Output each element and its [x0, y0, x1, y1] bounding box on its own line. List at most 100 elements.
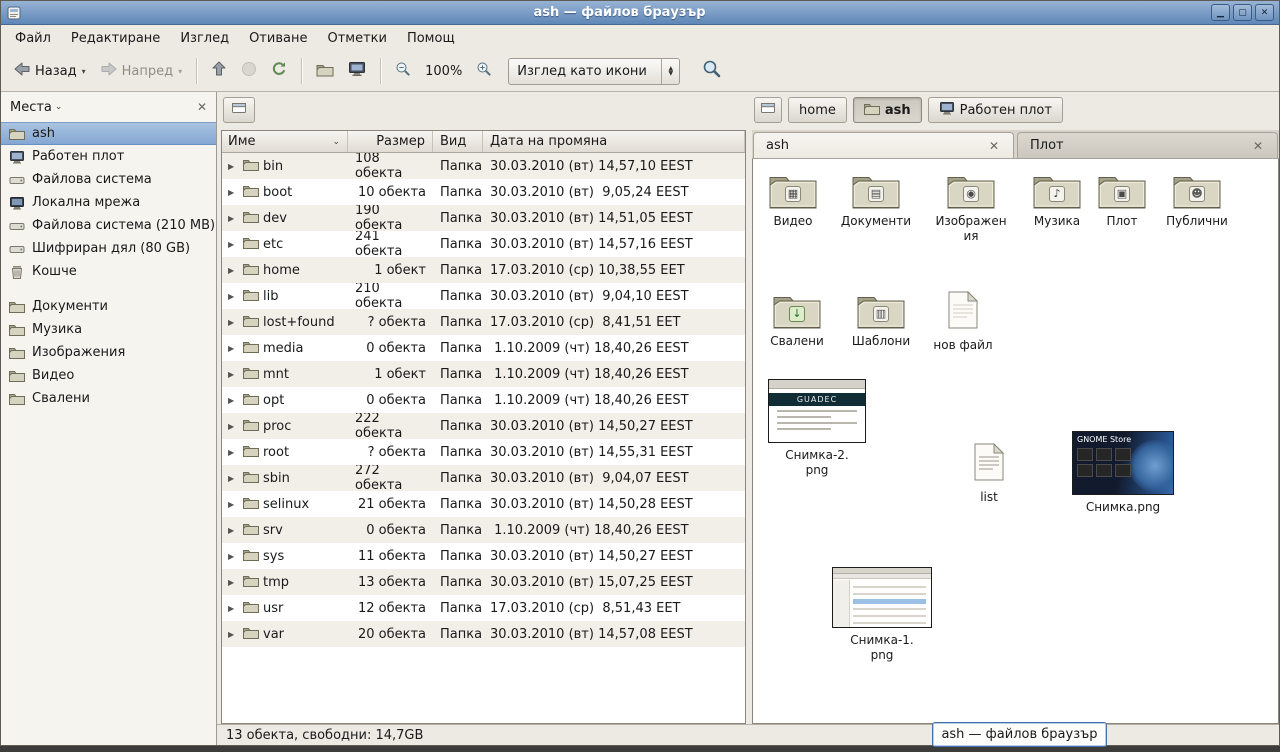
tab-0[interactable]: ash✕ [753, 132, 1014, 158]
menu-item-1[interactable]: Редактиране [61, 28, 170, 49]
expander-icon[interactable]: ▶ [228, 552, 239, 561]
titlebar[interactable]: ash — файлов браузър ▁ ▢ ✕ [1, 1, 1279, 25]
sidebar-item-b-1[interactable]: Музика [1, 318, 216, 341]
sidebar-close-icon[interactable]: ✕ [197, 100, 207, 114]
list-row-var[interactable]: ▶var20 обектаПапка30.03.2010 (вт) 14,57,… [222, 621, 745, 647]
expander-icon[interactable]: ▶ [228, 344, 239, 353]
expander-icon[interactable]: ▶ [228, 396, 239, 405]
stop-button[interactable] [235, 56, 263, 86]
expander-icon[interactable]: ▶ [228, 578, 239, 587]
minimize-button[interactable]: ▁ [1211, 4, 1230, 21]
list-row-root[interactable]: ▶root? обектаПапка30.03.2010 (вт) 14,55,… [222, 439, 745, 465]
list-row-proc[interactable]: ▶proc222 обектаПапка30.03.2010 (вт) 14,5… [222, 413, 745, 439]
icon-item-0[interactable]: ▦Видео [757, 171, 829, 229]
list-row-lib[interactable]: ▶lib210 обектаПапка30.03.2010 (вт) 9,04,… [222, 283, 745, 309]
list-row-home[interactable]: ▶home1 обектПапка17.03.2010 (ср) 10,38,5… [222, 257, 745, 283]
icon-item-4[interactable]: ▣Плот [1089, 171, 1155, 229]
view-mode-select[interactable]: Изглед като икони ▲▼ [508, 58, 680, 85]
sidebar-item-p-0[interactable]: ash [1, 122, 216, 145]
list-row-etc[interactable]: ▶etc241 обектаПапка30.03.2010 (вт) 14,57… [222, 231, 745, 257]
sidebar-item-b-3[interactable]: Видео [1, 364, 216, 387]
reload-button[interactable] [265, 56, 293, 86]
list-row-boot[interactable]: ▶boot10 обектаПапка30.03.2010 (вт) 9,05,… [222, 179, 745, 205]
tab-close-icon[interactable]: ✕ [1251, 139, 1265, 153]
tab-1[interactable]: Плот✕ [1017, 132, 1278, 158]
list-row-srv[interactable]: ▶srv0 обектаПапка 1.10.2009 (чт) 18,40,2… [222, 517, 745, 543]
expander-icon[interactable]: ▶ [228, 162, 239, 171]
list-row-opt[interactable]: ▶opt0 обектаПапка 1.10.2009 (чт) 18,40,2… [222, 387, 745, 413]
left-pane-location-toggle-button[interactable] [223, 97, 255, 123]
menu-item-3[interactable]: Отиване [239, 28, 317, 49]
expander-icon[interactable]: ▶ [228, 318, 239, 327]
list-row-dev[interactable]: ▶dev190 обектаПапка30.03.2010 (вт) 14,51… [222, 205, 745, 231]
sidebar-mode-chevron-icon[interactable]: ⌄ [55, 102, 63, 112]
icon-item-7[interactable]: ▥Шаблони [845, 291, 917, 349]
breadcrumb-0[interactable]: home [788, 97, 847, 123]
menu-item-4[interactable]: Отметки [317, 28, 396, 49]
search-button[interactable] [696, 54, 728, 88]
list-row-usr[interactable]: ▶usr12 обектаПапка17.03.2010 (ср) 8,51,4… [222, 595, 745, 621]
forward-button[interactable]: Напред ▾ [94, 56, 189, 86]
column-header-1[interactable]: Размер [348, 131, 433, 152]
column-header-0[interactable]: Име⌄ [222, 131, 348, 152]
expander-icon[interactable]: ▶ [228, 474, 239, 483]
tab-close-icon[interactable]: ✕ [987, 139, 1001, 153]
list-row-mnt[interactable]: ▶mnt1 обектПапка 1.10.2009 (чт) 18,40,26… [222, 361, 745, 387]
expander-icon[interactable]: ▶ [228, 370, 239, 379]
sidebar-item-p-1[interactable]: Работен плот [1, 145, 216, 168]
expander-icon[interactable]: ▶ [228, 604, 239, 613]
expander-icon[interactable]: ▶ [228, 448, 239, 457]
taskbar-window-button[interactable]: ash — файлов браузър [932, 722, 1107, 747]
icon-item-1[interactable]: ▤Документи [837, 171, 915, 229]
up-button[interactable] [205, 56, 233, 86]
icon-item-11[interactable]: GNOME StoreСнимка.png [1069, 431, 1177, 515]
sidebar-item-p-5[interactable]: Шифриран дял (80 GB) [1, 237, 216, 260]
zoom-in-button[interactable] [470, 56, 498, 86]
list-row-selinux[interactable]: ▶selinux21 обектаПапка30.03.2010 (вт) 14… [222, 491, 745, 517]
list-row-sbin[interactable]: ▶sbin272 обектаПапка30.03.2010 (вт) 9,04… [222, 465, 745, 491]
sidebar-item-p-4[interactable]: Файлова система (210 MB) [1, 214, 216, 237]
menu-item-5[interactable]: Помощ [397, 28, 465, 49]
home-button[interactable] [310, 57, 340, 86]
column-header-3[interactable]: Дата на промяна [483, 131, 745, 152]
sidebar-item-p-2[interactable]: Файлова система [1, 168, 216, 191]
list-row-bin[interactable]: ▶bin108 обектаПапка30.03.2010 (вт) 14,57… [222, 153, 745, 179]
expander-icon[interactable]: ▶ [228, 240, 239, 249]
icon-item-10[interactable]: list [959, 443, 1019, 505]
back-button[interactable]: Назад ▾ [7, 56, 92, 86]
expander-icon[interactable]: ▶ [228, 266, 239, 275]
icon-item-6[interactable]: ↓Свалени [761, 291, 833, 349]
expander-icon[interactable]: ▶ [228, 630, 239, 639]
sidebar-item-b-0[interactable]: Документи [1, 295, 216, 318]
icon-item-5[interactable]: ☻Публични [1159, 171, 1235, 229]
list-row-media[interactable]: ▶media0 обектаПапка 1.10.2009 (чт) 18,40… [222, 335, 745, 361]
menu-item-0[interactable]: Файл [5, 28, 61, 49]
zoom-out-button[interactable] [389, 56, 417, 86]
maximize-button[interactable]: ▢ [1233, 4, 1252, 21]
sidebar-item-p-3[interactable]: Локална мрежа [1, 191, 216, 214]
column-header-2[interactable]: Вид [433, 131, 483, 152]
list-row-lost+found[interactable]: ▶lost+found? обектаПапка17.03.2010 (ср) … [222, 309, 745, 335]
right-pane-location-toggle-button[interactable] [754, 97, 782, 123]
computer-button[interactable] [342, 56, 372, 86]
icon-item-2[interactable]: ◉Изображен ия [931, 171, 1011, 244]
icon-item-8[interactable]: нов файл [929, 291, 997, 353]
breadcrumb-1[interactable]: ash [853, 97, 922, 123]
expander-icon[interactable]: ▶ [228, 500, 239, 509]
list-row-tmp[interactable]: ▶tmp13 обектаПапка30.03.2010 (вт) 15,07,… [222, 569, 745, 595]
expander-icon[interactable]: ▶ [228, 526, 239, 535]
icon-item-12[interactable]: Снимка-1. png [829, 567, 935, 663]
icon-item-9[interactable]: GUADECСнимка-2. png [765, 379, 869, 478]
menu-item-2[interactable]: Изглед [170, 28, 239, 49]
expander-icon[interactable]: ▶ [228, 422, 239, 431]
sidebar-item-b-4[interactable]: Свалени [1, 387, 216, 410]
breadcrumb-2[interactable]: Работен плот [928, 97, 1063, 123]
expander-icon[interactable]: ▶ [228, 214, 239, 223]
icon-item-3[interactable]: ♪Музика [1021, 171, 1093, 229]
sidebar-item-p-6[interactable]: Кошче [1, 260, 216, 283]
expander-icon[interactable]: ▶ [228, 188, 239, 197]
list-row-sys[interactable]: ▶sys11 обектаПапка30.03.2010 (вт) 14,50,… [222, 543, 745, 569]
sidebar-item-b-2[interactable]: Изображения [1, 341, 216, 364]
close-button[interactable]: ✕ [1255, 4, 1274, 21]
expander-icon[interactable]: ▶ [228, 292, 239, 301]
